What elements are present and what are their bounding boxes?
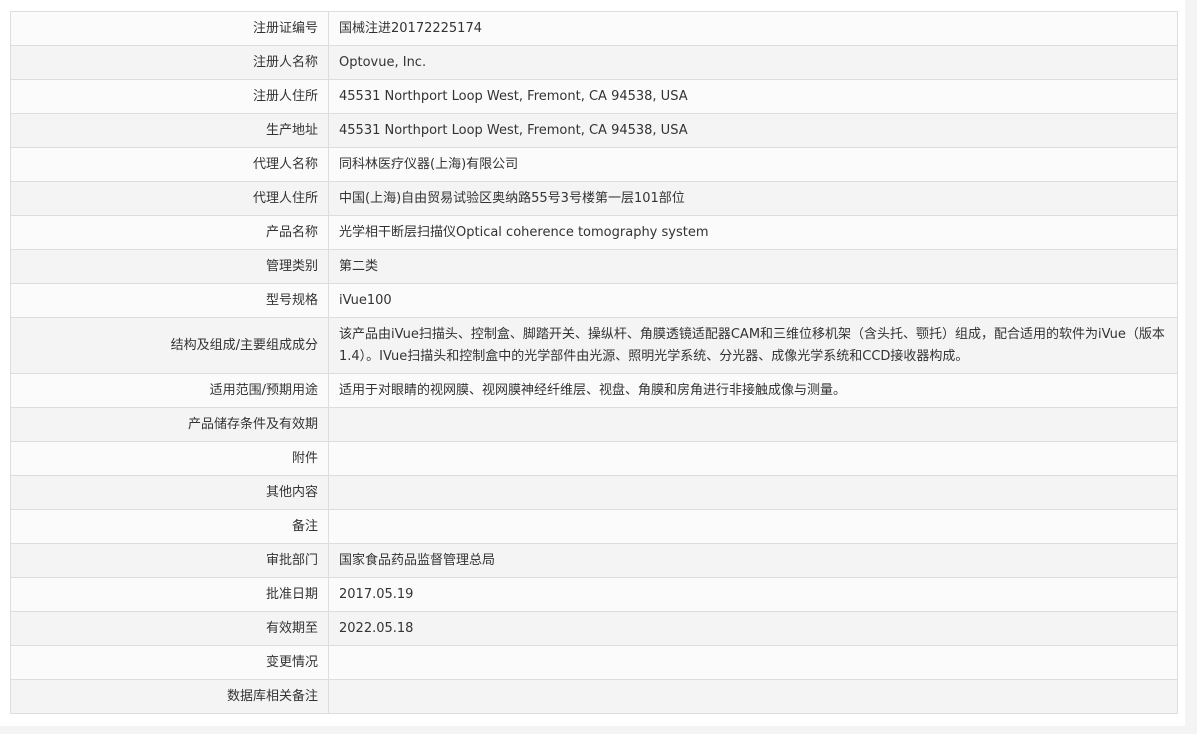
row-agent-name: 代理人名称 同科林医疗仪器(上海)有限公司: [10, 147, 1178, 182]
label-database-notes: 数据库相关备注: [10, 679, 329, 714]
row-attachments: 附件: [10, 441, 1178, 476]
row-remarks: 备注: [10, 509, 1178, 544]
label-management-category: 管理类别: [10, 249, 329, 284]
label-valid-until: 有效期至: [10, 611, 329, 646]
value-attachments: [328, 441, 1178, 476]
value-agent-address: 中国(上海)自由贸易试验区奥纳路55号3号楼第一层101部位: [328, 181, 1178, 216]
label-agent-address: 代理人住所: [10, 181, 329, 216]
row-production-address: 生产地址 45531 Northport Loop West, Fremont,…: [10, 113, 1178, 148]
value-valid-until: 2022.05.18: [328, 611, 1178, 646]
row-structure-composition: 结构及组成/主要组成成分 该产品由iVue扫描头、控制盒、脚踏开关、操纵杆、角膜…: [10, 317, 1178, 374]
value-database-notes: [328, 679, 1178, 714]
label-registration-number: 注册证编号: [10, 11, 329, 46]
value-model-spec: iVue100: [328, 283, 1178, 318]
label-remarks: 备注: [10, 509, 329, 544]
row-registrant-address: 注册人住所 45531 Northport Loop West, Fremont…: [10, 79, 1178, 114]
bottom-gutter: [0, 726, 1197, 734]
row-change-history: 变更情况: [10, 645, 1178, 680]
label-model-spec: 型号规格: [10, 283, 329, 318]
row-registration-number: 注册证编号 国械注进20172225174: [10, 11, 1178, 46]
value-production-address: 45531 Northport Loop West, Fremont, CA 9…: [328, 113, 1178, 148]
label-registrant-address: 注册人住所: [10, 79, 329, 114]
value-approval-department: 国家食品药品监督管理总局: [328, 543, 1178, 578]
label-approval-department: 审批部门: [10, 543, 329, 578]
value-management-category: 第二类: [328, 249, 1178, 284]
row-intended-use: 适用范围/预期用途 适用于对眼睛的视网膜、视网膜神经纤维层、视盘、角膜和房角进行…: [10, 373, 1178, 408]
value-remarks: [328, 509, 1178, 544]
label-structure-composition: 结构及组成/主要组成成分: [10, 317, 329, 374]
label-agent-name: 代理人名称: [10, 147, 329, 182]
value-registrant-name: Optovue, Inc.: [328, 45, 1178, 80]
row-other-content: 其他内容: [10, 475, 1178, 510]
registration-detail-table: 注册证编号 国械注进20172225174 注册人名称 Optovue, Inc…: [10, 11, 1178, 714]
value-product-name: 光学相干断层扫描仪Optical coherence tomography sy…: [328, 215, 1178, 250]
value-registrant-address: 45531 Northport Loop West, Fremont, CA 9…: [328, 79, 1178, 114]
value-other-content: [328, 475, 1178, 510]
label-storage-validity: 产品储存条件及有效期: [10, 407, 329, 442]
row-approval-department: 审批部门 国家食品药品监督管理总局: [10, 543, 1178, 578]
value-structure-composition: 该产品由iVue扫描头、控制盒、脚踏开关、操纵杆、角膜透镜适配器CAM和三维位移…: [328, 317, 1178, 374]
value-approval-date: 2017.05.19: [328, 577, 1178, 612]
row-agent-address: 代理人住所 中国(上海)自由贸易试验区奥纳路55号3号楼第一层101部位: [10, 181, 1178, 216]
label-intended-use: 适用范围/预期用途: [10, 373, 329, 408]
row-approval-date: 批准日期 2017.05.19: [10, 577, 1178, 612]
scrollbar-gutter: [1185, 0, 1197, 734]
label-attachments: 附件: [10, 441, 329, 476]
label-approval-date: 批准日期: [10, 577, 329, 612]
row-storage-validity: 产品储存条件及有效期: [10, 407, 1178, 442]
label-registrant-name: 注册人名称: [10, 45, 329, 80]
row-product-name: 产品名称 光学相干断层扫描仪Optical coherence tomograp…: [10, 215, 1178, 250]
value-intended-use: 适用于对眼睛的视网膜、视网膜神经纤维层、视盘、角膜和房角进行非接触成像与测量。: [328, 373, 1178, 408]
label-other-content: 其他内容: [10, 475, 329, 510]
value-storage-validity: [328, 407, 1178, 442]
value-agent-name: 同科林医疗仪器(上海)有限公司: [328, 147, 1178, 182]
label-production-address: 生产地址: [10, 113, 329, 148]
value-change-history: [328, 645, 1178, 680]
label-product-name: 产品名称: [10, 215, 329, 250]
row-registrant-name: 注册人名称 Optovue, Inc.: [10, 45, 1178, 80]
row-model-spec: 型号规格 iVue100: [10, 283, 1178, 318]
value-registration-number: 国械注进20172225174: [328, 11, 1178, 46]
row-database-notes: 数据库相关备注: [10, 679, 1178, 714]
row-management-category: 管理类别 第二类: [10, 249, 1178, 284]
label-change-history: 变更情况: [10, 645, 329, 680]
row-valid-until: 有效期至 2022.05.18: [10, 611, 1178, 646]
